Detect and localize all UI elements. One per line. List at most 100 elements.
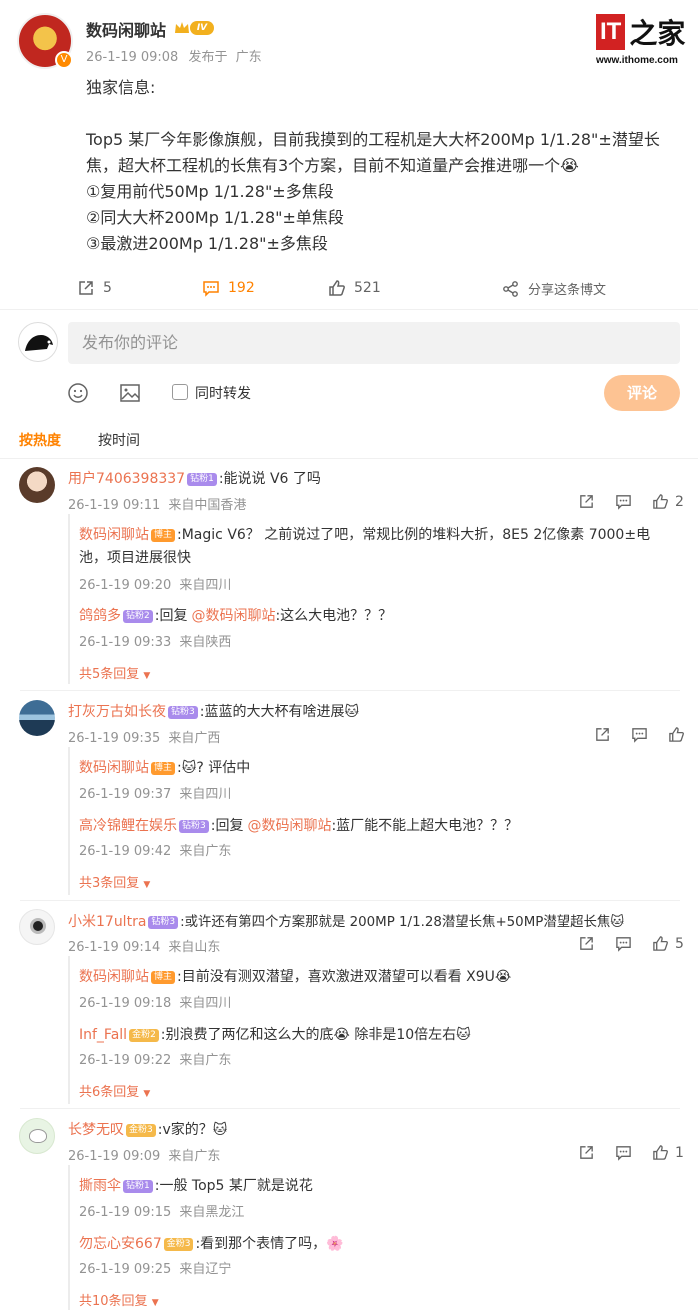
comment-like-count: 1 bbox=[675, 1144, 684, 1161]
reply-text-cont: 池，项目进展很快 bbox=[79, 550, 191, 566]
comment-like-count: 2 bbox=[675, 493, 684, 510]
reply-time: 26-1-19 09:15 bbox=[79, 1205, 172, 1220]
reply-time: 26-1-19 09:25 bbox=[79, 1262, 172, 1277]
mention-link[interactable]: @数码闲聊站 bbox=[191, 608, 275, 624]
commenter-avatar[interactable] bbox=[19, 700, 55, 736]
comment-username[interactable]: 长梦无叹 bbox=[68, 1122, 124, 1138]
repost-icon[interactable] bbox=[578, 935, 595, 952]
comment-count: 192 bbox=[228, 280, 255, 296]
comment-username[interactable]: 小米17ultra bbox=[68, 914, 146, 930]
repost-icon[interactable] bbox=[594, 726, 611, 743]
comment-input[interactable]: 发布你的评论 bbox=[68, 322, 680, 364]
post-author-name[interactable]: 数码闲聊站 bbox=[86, 17, 166, 41]
tab-sort-hot[interactable]: 按热度 bbox=[19, 430, 61, 450]
reply-username[interactable]: 高冷锦鲤在娱乐 bbox=[79, 818, 177, 834]
caret-down-icon: ▼ bbox=[151, 1298, 159, 1308]
post-body: 独家信息: Top5 某厂今年影像旗舰，目前我摸到的工程机是大大杯200Mp 1… bbox=[86, 75, 686, 257]
reply-meta: 26-1-19 09:42 来自广东 bbox=[79, 840, 231, 859]
share-button[interactable]: 分享这条博文 bbox=[502, 279, 606, 298]
reply-username[interactable]: 鸽鸽多 bbox=[79, 608, 121, 624]
fan-badge: 钻粉3 bbox=[148, 916, 179, 929]
comment-icon[interactable] bbox=[615, 1144, 632, 1161]
divider bbox=[20, 900, 680, 901]
reply-username[interactable]: 撕雨伞 bbox=[79, 1178, 121, 1194]
more-replies-link[interactable]: 共6条回复 ▼ bbox=[79, 1081, 150, 1100]
comment-text: :能说说 V6 了吗 bbox=[218, 471, 321, 487]
fan-badge: 钻粉2 bbox=[123, 610, 153, 623]
repost-checkbox[interactable] bbox=[172, 384, 188, 400]
reply-username[interactable]: 数码闲聊站 bbox=[79, 969, 149, 985]
reply-line: Inf_Fall 金粉2:别浪费了两亿和这么大的底😭 除非是10倍左右🐱 bbox=[79, 1024, 471, 1044]
reply-username[interactable]: 勿忘心安667 bbox=[79, 1236, 162, 1252]
like-icon[interactable] bbox=[652, 493, 669, 510]
like-button[interactable]: 521 bbox=[328, 279, 381, 297]
reply-text: :蓝厂能不能上超大电池？？？ bbox=[331, 818, 519, 834]
reply-text: :看到那个表情了吗，🌸 bbox=[195, 1236, 344, 1252]
comment-location: 来自广东 bbox=[168, 1149, 221, 1164]
reply-time: 26-1-19 09:37 bbox=[79, 787, 172, 802]
comment-icon[interactable] bbox=[615, 935, 632, 952]
comment-thread: 小米17ultra 钻粉3:或许还有第四个方案那就是 200MP 1/1.28潜望… bbox=[0, 904, 698, 1104]
post-line: ③最激进200Mp 1/1.28"±多焦段 bbox=[86, 234, 328, 253]
reply-line: 撕雨伞 钻粉1:一般 Top5 某厂就是说花 bbox=[79, 1175, 313, 1195]
comment-time: 26-1-19 09:35 bbox=[68, 731, 161, 746]
repost-icon[interactable] bbox=[578, 493, 595, 510]
comment-icon bbox=[203, 281, 219, 297]
like-icon[interactable] bbox=[668, 726, 685, 743]
comment-time: 26-1-19 09:11 bbox=[68, 498, 161, 513]
emoji-icon[interactable] bbox=[67, 382, 89, 408]
comment-line: 用户7406398337 钻粉1:能说说 V6 了吗 bbox=[68, 468, 321, 488]
more-replies-link[interactable]: 共3条回复 ▼ bbox=[79, 872, 150, 891]
ithome-url: www.ithome.com bbox=[596, 55, 678, 66]
comment-text: :或许还有第四个方案那就是 200MP 1/1.28潜望长焦+50MP潜望超长焦… bbox=[180, 915, 625, 930]
comment-username[interactable]: 打灰万古如长夜 bbox=[68, 704, 166, 720]
reply-location: 来自辽宁 bbox=[179, 1262, 232, 1277]
reply-meta: 26-1-19 09:25 来自辽宁 bbox=[79, 1258, 231, 1277]
post-line bbox=[86, 101, 686, 127]
divider bbox=[20, 690, 680, 691]
commenter-avatar[interactable] bbox=[19, 909, 55, 945]
more-replies-label: 共6条回复 bbox=[79, 1085, 140, 1100]
comment-username[interactable]: 用户7406398337 bbox=[68, 471, 185, 487]
comment-line: 小米17ultra 钻粉3:或许还有第四个方案那就是 200MP 1/1.28潜望… bbox=[68, 910, 624, 931]
reply-line: 勿忘心安667 金粉3:看到那个表情了吗，🌸 bbox=[79, 1233, 344, 1253]
commenter-avatar[interactable] bbox=[19, 467, 55, 503]
comment-actions: 2 bbox=[578, 493, 684, 510]
reply-username[interactable]: 数码闲聊站 bbox=[79, 760, 149, 776]
repost-icon[interactable] bbox=[578, 1144, 595, 1161]
reply-line: 数码闲聊站 博主:目前没有测双潜望，喜欢激进双潜望可以看看 X9U😭 bbox=[79, 966, 511, 986]
comment-actions: 5 bbox=[578, 935, 684, 952]
fan-badge: 钻粉1 bbox=[187, 473, 217, 486]
author-avatar[interactable]: V bbox=[17, 13, 73, 69]
comment-icon[interactable] bbox=[631, 726, 648, 743]
reply-text: :🐱? 评估中 bbox=[177, 760, 251, 776]
comment-like-count: 5 bbox=[675, 935, 684, 952]
reply-location: 来自四川 bbox=[179, 578, 232, 593]
submit-comment-button[interactable]: 评论 bbox=[604, 375, 680, 411]
like-icon[interactable] bbox=[652, 1144, 669, 1161]
like-icon[interactable] bbox=[652, 935, 669, 952]
reply-text: :目前没有测双潜望，喜欢激进双潜望可以看看 X9U😭 bbox=[177, 969, 512, 985]
commenter-avatar[interactable] bbox=[19, 1118, 55, 1154]
image-icon[interactable] bbox=[119, 382, 141, 408]
comment-icon[interactable] bbox=[615, 493, 632, 510]
fan-badge: 钻粉1 bbox=[123, 1180, 153, 1193]
divider bbox=[0, 458, 698, 459]
repost-button[interactable]: 5 bbox=[77, 279, 112, 297]
reply-prefix: :回复 bbox=[154, 608, 188, 624]
reply-username[interactable]: 数码闲聊站 bbox=[79, 527, 149, 543]
more-replies-link[interactable]: 共10条回复 ▼ bbox=[79, 1290, 159, 1309]
share-label: 分享这条博文 bbox=[528, 283, 607, 298]
comment-button[interactable]: 192 bbox=[202, 279, 255, 297]
more-replies-link[interactable]: 共5条回复 ▼ bbox=[79, 663, 150, 682]
repost-count: 5 bbox=[103, 280, 112, 296]
comment-time: 26-1-19 09:09 bbox=[68, 1149, 161, 1164]
reply-prefix: :回复 bbox=[210, 818, 244, 834]
crown-icon bbox=[174, 20, 190, 34]
comment-location: 来自山东 bbox=[168, 940, 221, 955]
reply-meta: 26-1-19 09:37 来自四川 bbox=[79, 783, 231, 802]
reply-username[interactable]: Inf_Fall bbox=[79, 1027, 127, 1043]
mention-link[interactable]: @数码闲聊站 bbox=[247, 818, 331, 834]
divider bbox=[0, 309, 698, 310]
tab-sort-time[interactable]: 按时间 bbox=[98, 430, 140, 450]
